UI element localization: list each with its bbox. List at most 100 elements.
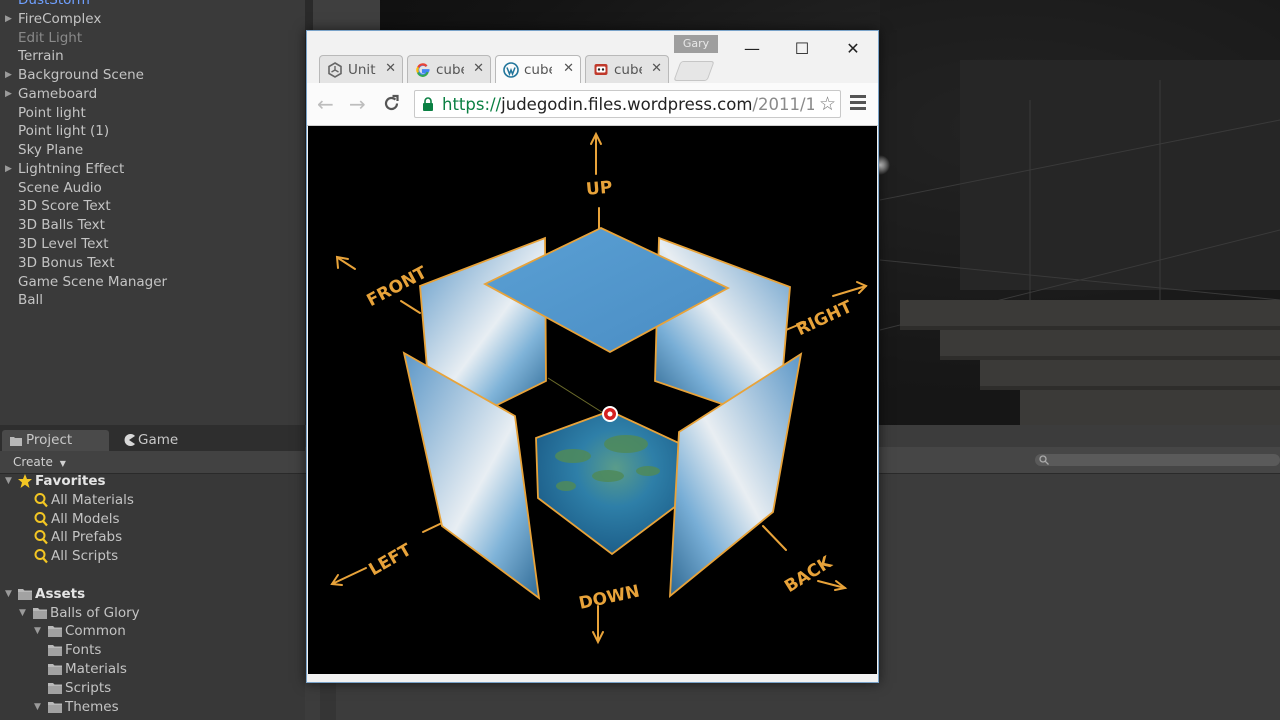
close-button[interactable]: ✕	[828, 35, 878, 63]
tab-close-icon[interactable]: ✕	[473, 61, 484, 76]
favorite-item[interactable]: All Materials	[0, 491, 305, 510]
tab-project-label: Project	[26, 432, 73, 448]
hierarchy-item-label: 3D Level Text	[18, 236, 109, 252]
pacman-icon	[124, 434, 135, 446]
search-icon	[34, 549, 48, 564]
back-arrow-icon[interactable]: ←	[317, 93, 334, 115]
folder-icon	[33, 607, 47, 619]
browser-tab[interactable]: cube ✕	[585, 55, 669, 83]
url-path: /2011/12/	[752, 95, 814, 114]
favorite-item[interactable]: All Models	[0, 510, 305, 529]
favorites-header[interactable]: ▼ Favorites	[0, 472, 305, 491]
tab-game[interactable]: Game	[115, 430, 215, 451]
tab-title: cube	[436, 62, 464, 78]
tab-close-icon[interactable]: ✕	[651, 61, 662, 76]
browser-tab-active[interactable]: cube ✕	[495, 55, 581, 83]
google-icon	[416, 63, 430, 77]
hierarchy-item-label: Sky Plane	[18, 142, 84, 159]
label-right: RIGHT	[793, 297, 855, 340]
browser-window[interactable]: Gary — ☐ ✕ Unit ✕ cube ✕ cube ✕	[306, 30, 879, 683]
label-up: UP	[585, 178, 613, 200]
bookmark-star-icon[interactable]: ☆	[819, 94, 836, 114]
robot-icon	[594, 64, 608, 75]
tab-close-icon[interactable]: ✕	[385, 61, 396, 76]
tab-title: cube	[524, 62, 552, 78]
folder-icon	[18, 588, 32, 600]
favorite-item[interactable]: All Scripts	[0, 547, 305, 566]
create-button[interactable]: Create ▼	[6, 453, 72, 471]
folder-icon	[48, 626, 62, 638]
star-icon	[18, 474, 32, 488]
profile-badge[interactable]: Gary	[674, 35, 718, 53]
project-tab-bar: Project Game	[0, 425, 305, 451]
new-tab-button[interactable]	[673, 61, 715, 81]
folder-icon	[48, 664, 62, 675]
asset-folder[interactable]: ▼ Balls of Glory	[0, 604, 305, 623]
search-icon	[1039, 455, 1049, 465]
cursor-icon	[602, 406, 618, 422]
favorites-label: Favorites	[35, 473, 106, 489]
hierarchy-item-label: Edit Light	[18, 29, 83, 46]
expand-arrow-icon[interactable]: ▼	[34, 622, 41, 641]
asset-folder-label: Balls of Glory	[50, 604, 140, 621]
browser-tab[interactable]: cube ✕	[407, 55, 491, 83]
search-icon	[34, 511, 48, 526]
unity-icon	[328, 62, 342, 78]
folder-icon	[48, 645, 62, 657]
asset-folder[interactable]: ▼ Common	[0, 622, 305, 641]
expand-arrow-icon[interactable]: ▶	[5, 160, 12, 179]
browser-tab[interactable]: Unit ✕	[319, 55, 403, 83]
hierarchy-item-label: 3D Score Text	[18, 198, 111, 215]
assets-header[interactable]: ▼ Assets	[0, 585, 305, 604]
hierarchy-item-label: Game Scene Manager	[18, 273, 168, 290]
url-host: judegodin.files.wordpress.com	[501, 95, 753, 114]
label-down: DOWN	[577, 582, 641, 614]
asset-folder[interactable]: Scripts	[0, 679, 305, 698]
expand-arrow-icon[interactable]: ▶	[5, 85, 12, 104]
address-bar[interactable]: https://judegodin.files.wordpress.com/20…	[414, 90, 841, 118]
hierarchy-item-label: Scene Audio	[18, 179, 102, 196]
expand-arrow-icon[interactable]: ▶	[5, 66, 12, 85]
page-viewport[interactable]: UP FRONT RIGHT LEFT DOWN BACK	[308, 126, 877, 674]
hierarchy-item-label: Ball	[18, 292, 44, 309]
expand-arrow-icon[interactable]: ▼	[19, 604, 26, 623]
favorite-item-label: All Materials	[51, 491, 134, 508]
expand-arrow-icon[interactable]: ▼	[34, 698, 41, 717]
reload-icon[interactable]	[382, 94, 401, 113]
expand-arrow-icon[interactable]: ▼	[5, 472, 12, 491]
url-protocol: https://	[442, 95, 502, 114]
asset-folder[interactable]: Fonts	[0, 641, 305, 660]
hierarchy-item-label: 3D Balls Text	[18, 217, 105, 234]
chevron-down-icon: ▼	[59, 459, 66, 468]
menu-icon[interactable]	[850, 95, 866, 113]
search-input[interactable]	[1035, 454, 1280, 466]
search-icon	[34, 492, 48, 508]
folder-icon	[48, 701, 62, 713]
lock-icon	[423, 97, 433, 111]
asset-folder-label: Materials	[65, 661, 127, 677]
forward-arrow-icon[interactable]: →	[349, 93, 366, 115]
minimize-button[interactable]: —	[727, 35, 777, 63]
favorite-item-label: All Prefabs	[51, 529, 123, 546]
project-toolbar: Create ▼	[0, 451, 305, 474]
folder-icon	[10, 437, 22, 446]
asset-folder[interactable]: ▼ Themes	[0, 698, 305, 717]
create-label: Create	[13, 455, 53, 469]
expand-arrow-icon[interactable]: ▼	[5, 585, 12, 604]
hierarchy-item-label: Lightning Effect	[18, 160, 125, 177]
tab-project[interactable]: Project	[2, 430, 109, 451]
hierarchy-item-label: Terrain	[18, 48, 64, 65]
assets-label: Assets	[35, 585, 86, 602]
wordpress-icon	[503, 62, 519, 78]
favorite-item[interactable]: All Prefabs	[0, 528, 305, 547]
expand-arrow-icon[interactable]: ▶	[5, 10, 12, 29]
browser-titlebar[interactable]: Gary — ☐ ✕ Unit ✕ cube ✕ cube ✕	[307, 31, 878, 83]
tab-game-label: Game	[138, 432, 179, 448]
maximize-button[interactable]: ☐	[777, 35, 827, 63]
url-text[interactable]: https://judegodin.files.wordpress.com/20…	[442, 95, 814, 115]
label-left: LEFT	[365, 540, 415, 580]
asset-folder-label: Fonts	[65, 642, 102, 659]
favorite-item-label: All Models	[51, 510, 120, 527]
tab-close-icon[interactable]: ✕	[563, 61, 574, 76]
asset-folder[interactable]: Materials	[0, 660, 305, 679]
